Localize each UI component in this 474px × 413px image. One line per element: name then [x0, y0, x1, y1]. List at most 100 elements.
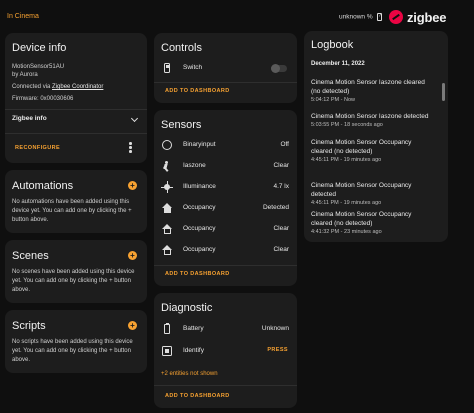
scripts-title: Scripts [12, 320, 46, 332]
sensor-label: Occupancy [183, 204, 216, 211]
automations-title: Automations [12, 180, 74, 192]
logbook-card: Logbook December 11, 2022 Cinema Motion … [304, 31, 448, 242]
controls-card: Controls Switch ADD TO DASHBOARD [154, 33, 297, 103]
more-options-icon[interactable] [129, 142, 132, 153]
device-info-title: Device info [12, 42, 67, 54]
zigbee-brand-text: zigbee [407, 9, 447, 25]
sensor-row[interactable]: Illuminance 4.7 lx [154, 178, 297, 196]
logbook-message: Cinema Motion Sensor Occupancy cleared (… [311, 139, 412, 155]
coordinator-link[interactable]: Zigbee Coordinator [52, 84, 103, 90]
sensor-value: Clear [273, 225, 289, 232]
sensor-value: 4.7 lx [273, 183, 289, 190]
scripts-empty-text: No scripts have been added using this de… [12, 339, 133, 363]
top-bar: In Cinema unknown % zigbee [0, 0, 474, 30]
diagnostic-label: Battery [183, 325, 204, 332]
diagnostic-card: Diagnostic Battery Unknown Identify PRES… [154, 293, 297, 408]
scenes-title: Scenes [12, 250, 49, 262]
switch-toggle[interactable] [271, 64, 287, 73]
sensor-row[interactable]: Occupancy Detected [154, 199, 297, 217]
logbook-title: Logbook [311, 39, 354, 51]
scenes-card: Scenes + No scenes have been added using… [5, 240, 147, 303]
battery-unknown-icon [162, 322, 172, 334]
sensor-label: Binaryinput [183, 141, 216, 148]
add-scene-button[interactable]: + [128, 251, 137, 260]
logbook-entry[interactable]: Cinema Motion Sensor Iaszone detected 5:… [311, 112, 432, 128]
logbook-time: 4:45:11 PM - 19 minutes ago [311, 157, 382, 163]
add-to-dashboard-button[interactable]: ADD TO DASHBOARD [165, 271, 230, 277]
logbook-message: Cinema Motion Sensor Occupancy detected [311, 182, 412, 198]
battery-status: unknown % [339, 13, 383, 21]
diagnostic-row[interactable]: Battery Unknown [154, 320, 297, 338]
divider [154, 385, 297, 386]
hidden-entities-link[interactable]: +2 entities not shown [161, 371, 218, 377]
scripts-card: Scripts + No scripts have been added usi… [5, 310, 147, 373]
home-outline-icon [162, 224, 172, 234]
sensor-value: Clear [273, 162, 289, 169]
automations-card: Automations + No automations have been a… [5, 170, 147, 233]
logbook-entry[interactable]: Cinema Motion Sensor Iaszone cleared (no… [311, 78, 432, 103]
logbook-time: 5:04:12 PM - Now [311, 97, 356, 103]
logbook-message: Cinema Motion Sensor Iaszone detected [311, 113, 429, 120]
chevron-down-icon [130, 114, 139, 123]
logbook-entry[interactable]: Cinema Motion Sensor Occupancy cleared (… [311, 210, 432, 235]
sensor-value: Detected [262, 204, 289, 211]
diagnostic-label: Identify [183, 347, 204, 354]
scenes-empty-text: No scenes have been added using this dev… [12, 269, 135, 293]
add-script-button[interactable]: + [128, 321, 137, 330]
zigbee-icon [389, 10, 403, 24]
sensor-row[interactable]: Occupancy Clear [154, 220, 297, 238]
logbook-time: 4:45:11 PM - 19 minutes ago [311, 200, 382, 206]
device-info-card: Device info MotionSensor51AU by Aurora C… [5, 33, 147, 163]
identify-press-button[interactable]: PRESS [267, 347, 288, 353]
sensor-row[interactable]: Binaryinput Off [154, 136, 297, 154]
logbook-time: 4:41:32 PM - 23 minutes ago [311, 229, 382, 235]
sensor-label: Illuminance [183, 183, 216, 190]
zigbee-info-label: Zigbee info [12, 115, 47, 122]
radio-off-icon [162, 140, 172, 150]
area-link[interactable]: In Cinema [7, 13, 39, 20]
home-outline-icon [162, 245, 172, 255]
zigbee-logo: zigbee [389, 8, 446, 26]
divider [154, 82, 297, 83]
logbook-date: December 11, 2022 [311, 61, 365, 67]
logbook-message: Cinema Motion Sensor Iaszone cleared (no… [311, 79, 425, 95]
logbook-time: 5:03:55 PM - 18 seconds ago [311, 122, 383, 128]
sensor-row[interactable]: Occupancy Clear [154, 241, 297, 259]
logbook-entry[interactable]: Cinema Motion Sensor Occupancy detected … [311, 181, 432, 206]
battery-text: unknown % [339, 13, 373, 21]
sensor-label: Occupancy [183, 246, 216, 253]
divider [5, 109, 147, 110]
logbook-message: Cinema Motion Sensor Occupancy cleared (… [311, 211, 412, 227]
motion-icon [162, 161, 172, 172]
device-manufacturer: by Aurora [12, 72, 38, 78]
add-to-dashboard-button[interactable]: ADD TO DASHBOARD [165, 88, 230, 94]
diagnostic-row: Identify PRESS [154, 342, 297, 360]
home-icon [162, 203, 172, 213]
divider [5, 133, 147, 134]
add-automation-button[interactable]: + [128, 181, 137, 190]
switch-row: Switch [154, 59, 297, 77]
zigbee-info-expander[interactable]: Zigbee info [5, 111, 147, 129]
firmware-version: Firmware: 0x00030606 [12, 96, 74, 102]
sensor-row[interactable]: Iaszone Clear [154, 157, 297, 175]
connected-via: Connected via Zigbee Coordinator [12, 83, 103, 92]
battery-unknown-icon [377, 13, 383, 21]
sensors-card: Sensors Binaryinput Off Iaszone Clear Il… [154, 110, 297, 286]
logbook-scrollbar[interactable] [442, 83, 445, 101]
automations-empty-text: No automations have been added using thi… [12, 199, 132, 223]
sensors-title: Sensors [161, 119, 202, 131]
divider [154, 265, 297, 266]
sensor-value: Clear [273, 246, 289, 253]
diagnostic-value: Unknown [261, 325, 289, 332]
connected-via-label: Connected via [12, 84, 53, 90]
reconfigure-button[interactable]: RECONFIGURE [15, 145, 60, 151]
diagnostic-title: Diagnostic [161, 302, 213, 314]
add-to-dashboard-button[interactable]: ADD TO DASHBOARD [165, 393, 230, 399]
switch-icon [162, 63, 172, 73]
controls-title: Controls [161, 42, 202, 54]
brightness-icon [161, 181, 173, 193]
sensor-value: Off [280, 141, 289, 148]
sensor-label: Iaszone [183, 162, 206, 169]
logbook-entry[interactable]: Cinema Motion Sensor Occupancy cleared (… [311, 138, 432, 163]
identify-icon [162, 346, 172, 356]
